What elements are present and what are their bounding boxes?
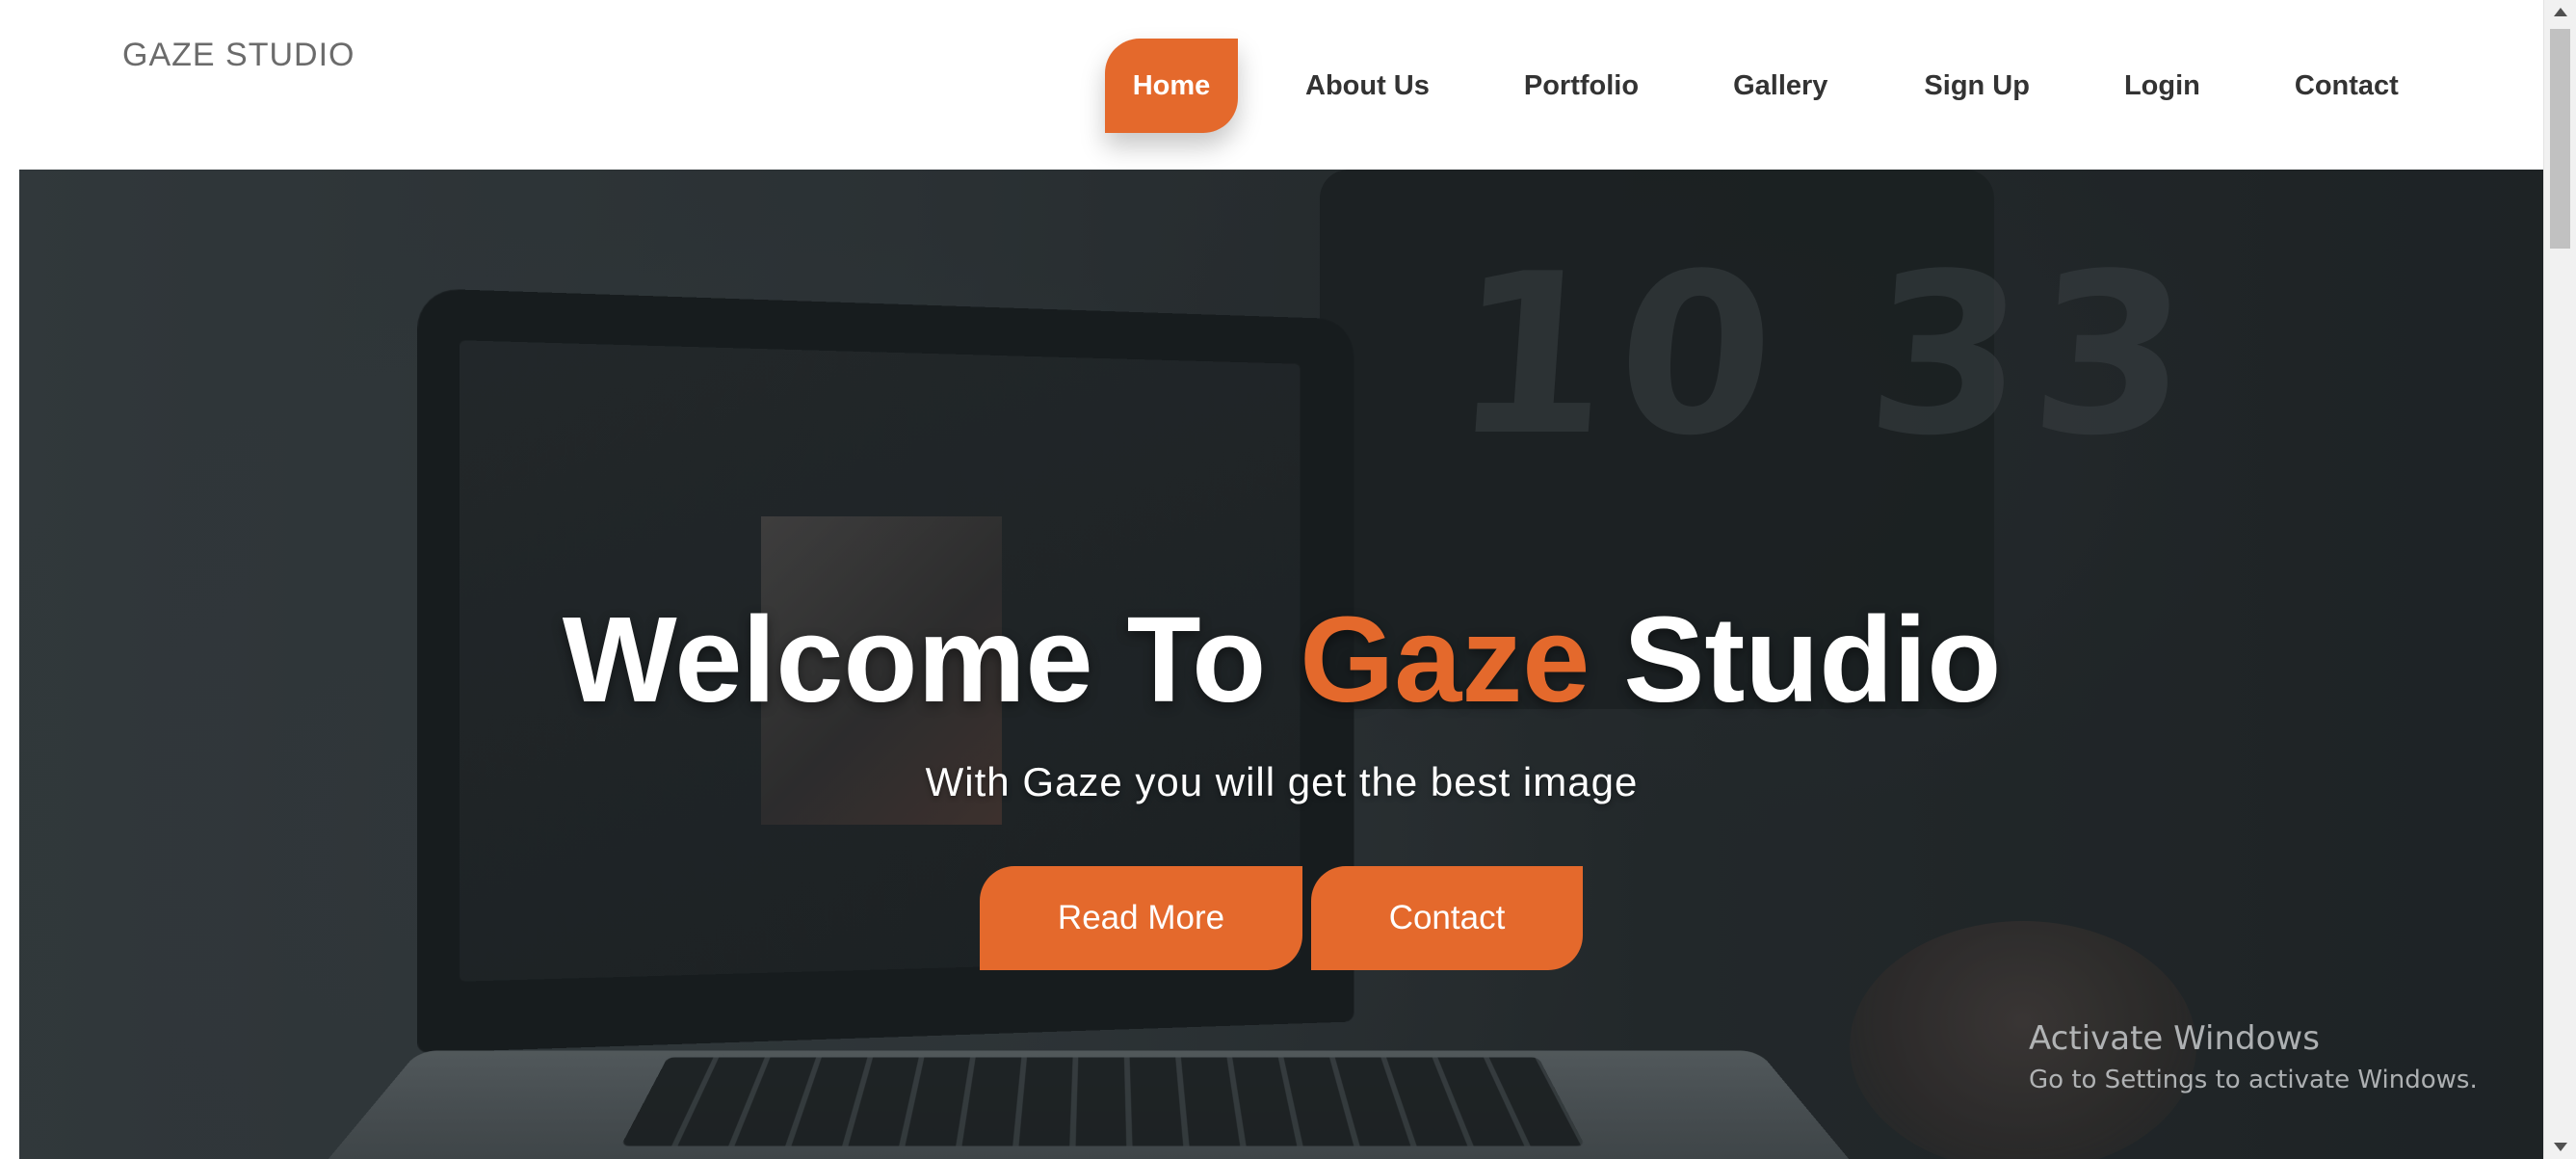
scrollbar-thumb[interactable]: [2550, 29, 2570, 249]
scroll-down-arrow-icon[interactable]: [2554, 1143, 2567, 1151]
page-scrollbar[interactable]: [2543, 0, 2576, 1159]
read-more-button[interactable]: Read More: [980, 866, 1302, 970]
hero-section: 10 33 Welcome To Gaze Studio With Gaze y…: [19, 170, 2544, 1159]
site-header: GAZE STUDIO Home About Us Portfolio Gall…: [0, 0, 2544, 170]
nav-contact[interactable]: Contact: [2295, 39, 2399, 133]
page: GAZE STUDIO Home About Us Portfolio Gall…: [0, 0, 2576, 1159]
watermark-subtitle: Go to Settings to activate Windows.: [2029, 1066, 2478, 1094]
hero-title-before: Welcome To: [562, 592, 1267, 727]
watermark-title: Activate Windows: [2029, 1019, 2320, 1058]
nav-gallery[interactable]: Gallery: [1733, 39, 1827, 133]
nav-about-us[interactable]: About Us: [1305, 39, 1430, 133]
contact-button[interactable]: Contact: [1311, 866, 1583, 970]
hero-title-after: Studio: [1623, 592, 2002, 727]
scroll-up-arrow-icon[interactable]: [2554, 8, 2567, 16]
hero-subtitle: With Gaze you will get the best image: [925, 759, 1639, 804]
hero-title: Welcome To Gaze Studio: [19, 593, 2544, 727]
nav-sign-up[interactable]: Sign Up: [1924, 39, 2030, 133]
main-nav: Home About Us Portfolio Gallery Sign Up …: [1105, 39, 2399, 133]
nav-portfolio[interactable]: Portfolio: [1524, 39, 1639, 133]
site-logo[interactable]: GAZE STUDIO: [122, 37, 355, 74]
hero-buttons: Read More Contact: [980, 866, 1583, 970]
nav-home[interactable]: Home: [1105, 39, 1238, 133]
nav-login[interactable]: Login: [2124, 39, 2200, 133]
hero-title-accent: Gaze: [1300, 592, 1590, 727]
activate-windows-watermark: Activate Windows Go to Settings to activ…: [2029, 1019, 2478, 1094]
